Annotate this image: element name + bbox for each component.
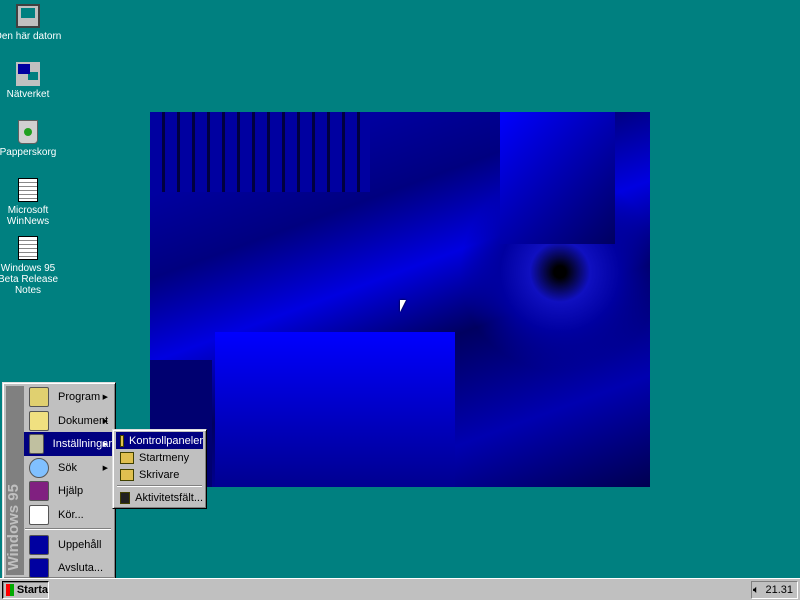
desktop-icon-network[interactable]: Nätverket xyxy=(0,62,63,100)
menu-label: Hjälp xyxy=(58,485,84,497)
documents-folder-icon xyxy=(29,411,49,431)
icon-label: Papperskorg xyxy=(0,147,57,158)
submenu-arrow-icon: ▶ xyxy=(102,394,108,401)
menu-label: Uppehåll xyxy=(58,539,102,551)
icon-label: Microsoft WinNews xyxy=(6,205,50,227)
submenu-label: Aktivitetsfält... xyxy=(135,491,203,504)
document-shortcut-icon xyxy=(18,178,38,202)
icon-label: Windows 95 Beta Release Notes xyxy=(0,263,59,296)
system-tray: 🔈︎ 21.31 xyxy=(751,581,798,599)
menu-item-program[interactable]: Program ▶ xyxy=(24,385,112,409)
desktop-icon-recycle-bin[interactable]: Papperskorg xyxy=(0,120,63,158)
suspend-icon xyxy=(29,535,49,555)
icon-label: Nätverket xyxy=(6,89,50,100)
submenu-arrow-icon: ▶ xyxy=(102,418,108,425)
desktop-icon-release-notes[interactable]: Windows 95 Beta Release Notes xyxy=(0,236,63,296)
menu-label: Program xyxy=(58,391,101,403)
menu-label: Sök xyxy=(58,462,77,474)
speaker-icon[interactable]: 🔈︎ xyxy=(753,584,760,597)
banner-text: Windows 95 xyxy=(5,484,22,571)
run-icon xyxy=(29,505,49,525)
submenu-label: Kontrollpaneler xyxy=(129,434,203,447)
submenu-item-skrivare[interactable]: Skrivare xyxy=(116,466,203,483)
taskbar-settings-icon xyxy=(120,491,131,504)
submenu-item-aktivitetsfalt[interactable]: Aktivitetsfält... xyxy=(116,489,203,506)
menu-label: Avsluta... xyxy=(58,562,104,574)
taskbar: Starta 🔈︎ 21.31 xyxy=(0,578,800,600)
desktop-icon-my-computer[interactable]: Den här datorn xyxy=(0,4,63,42)
document-shortcut-icon xyxy=(18,236,38,260)
control-panel-icon xyxy=(120,434,124,447)
windows-logo-icon xyxy=(6,584,14,596)
settings-icon xyxy=(29,434,44,454)
icon-label: Den här datorn xyxy=(0,31,62,42)
shutdown-icon xyxy=(29,558,49,578)
submenu-label: Skrivare xyxy=(139,468,180,481)
menu-separator xyxy=(25,528,111,530)
menu-item-avsluta[interactable]: Avsluta... xyxy=(24,556,112,580)
menu-item-sok[interactable]: Sök ▶ xyxy=(24,456,112,480)
desktop-icon-winnews[interactable]: Microsoft WinNews xyxy=(0,178,63,227)
find-icon xyxy=(29,458,49,478)
start-label: Starta xyxy=(16,584,48,596)
programs-folder-icon xyxy=(29,387,49,407)
submenu-arrow-icon: ▶ xyxy=(102,465,108,472)
my-computer-icon xyxy=(16,4,40,28)
network-icon xyxy=(16,62,40,86)
menu-label: Dokument xyxy=(58,415,109,427)
start-menu: Windows 95 Program ▶ Dokument ▶ Inställnin… xyxy=(2,382,116,579)
menu-item-dokument[interactable]: Dokument ▶ xyxy=(24,409,112,433)
submenu-item-startmeny[interactable]: Startmeny xyxy=(116,449,203,466)
menu-item-kor[interactable]: Kör... xyxy=(24,503,112,527)
mouse-cursor-icon xyxy=(400,300,406,312)
submenu-arrow-icon: ▶ xyxy=(102,441,108,448)
help-book-icon xyxy=(29,481,49,501)
menu-item-installningar[interactable]: Inställningar ▶ xyxy=(24,432,112,456)
start-menu-banner: Windows 95 xyxy=(5,386,24,575)
submenu-separator xyxy=(117,485,202,487)
recycle-bin-icon xyxy=(18,120,38,144)
clock[interactable]: 21.31 xyxy=(765,584,793,596)
start-menu-folder-icon xyxy=(120,451,134,464)
printers-folder-icon xyxy=(120,468,134,481)
menu-item-hjalp[interactable]: Hjälp xyxy=(24,479,112,503)
submenu-label: Startmeny xyxy=(139,451,190,464)
menu-label: Kör... xyxy=(58,509,84,521)
settings-submenu: Kontrollpaneler Startmeny Skrivare Aktiv… xyxy=(112,429,207,509)
submenu-item-kontrollpaneler[interactable]: Kontrollpaneler xyxy=(116,432,203,449)
menu-item-uppehall[interactable]: Uppehåll xyxy=(24,533,112,557)
start-button[interactable]: Starta xyxy=(2,581,49,599)
